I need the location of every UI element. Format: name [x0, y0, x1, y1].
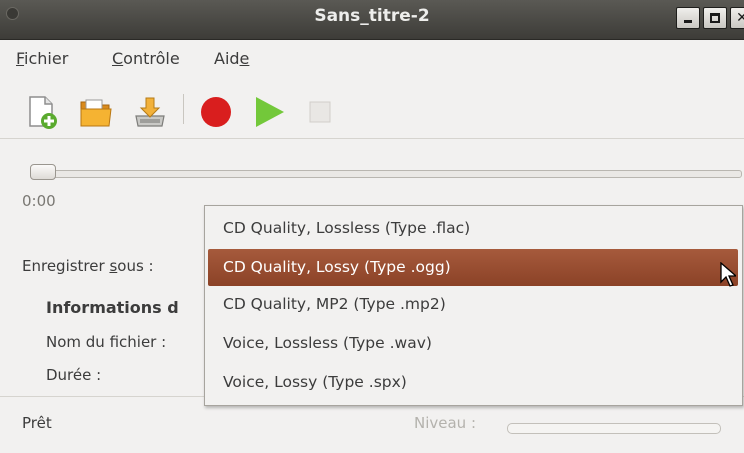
label-part: Enregistrer	[22, 257, 110, 275]
play-icon	[256, 97, 284, 127]
menu-mnemonic: F	[16, 49, 25, 68]
label-part: ous :	[117, 257, 154, 275]
menu-label-part: Aid	[214, 49, 240, 68]
menu-aide[interactable]: Aide	[214, 49, 249, 68]
window-title: Sans_titre-2	[314, 6, 430, 26]
save-button[interactable]	[132, 94, 168, 130]
format-option-flac[interactable]: CD Quality, Lossless (Type .flac)	[208, 210, 738, 247]
format-dropdown-list: CD Quality, Lossless (Type .flac) CD Qua…	[204, 205, 743, 406]
maximize-button[interactable]	[703, 7, 727, 29]
save-as-label: Enregistrer sous :	[22, 257, 154, 275]
menu-fichier[interactable]: Fichier	[16, 49, 68, 68]
stop-icon	[309, 101, 331, 123]
toolbar-separator	[183, 94, 184, 124]
stop-button[interactable]	[304, 94, 340, 130]
new-file-button[interactable]	[24, 94, 60, 130]
position-slider[interactable]	[30, 170, 742, 178]
format-option-spx[interactable]: Voice, Lossy (Type .spx)	[208, 364, 738, 401]
duration-label: Durée :	[46, 366, 102, 384]
open-button[interactable]	[78, 94, 114, 130]
info-heading: Informations d	[46, 298, 179, 317]
minimize-button[interactable]	[676, 7, 700, 29]
menu-controle[interactable]: Contrôle	[112, 49, 180, 68]
app-window: Sans_titre-2 ✕ Fichier Contrôle Aide 0:0…	[0, 0, 744, 453]
close-button[interactable]: ✕	[730, 7, 744, 29]
elapsed-time: 0:00	[22, 192, 56, 210]
menu-label-part: ontrôle	[123, 49, 180, 68]
save-icon	[135, 97, 165, 127]
filename-label: Nom du fichier :	[46, 333, 167, 351]
level-meter	[507, 423, 721, 434]
status-text: Prêt	[22, 414, 52, 432]
new-file-icon	[29, 96, 57, 129]
open-folder-icon	[80, 99, 112, 127]
menu-label-part: ichier	[24, 49, 69, 68]
maximize-icon	[710, 13, 720, 23]
title-bar[interactable]: Sans_titre-2 ✕	[0, 0, 744, 40]
format-option-wav[interactable]: Voice, Lossless (Type .wav)	[208, 325, 738, 362]
position-slider-handle[interactable]	[30, 164, 56, 180]
minimize-icon	[684, 20, 692, 23]
close-icon: ✕	[736, 10, 744, 26]
record-icon	[201, 97, 231, 127]
toolbar	[0, 76, 744, 139]
menu-mnemonic: C	[112, 49, 124, 68]
record-button[interactable]	[198, 94, 234, 130]
mouse-pointer-icon	[720, 262, 736, 287]
format-option-ogg[interactable]: CD Quality, Lossy (Type .ogg)	[208, 249, 738, 286]
play-button[interactable]	[252, 94, 288, 130]
level-label: Niveau :	[414, 414, 477, 432]
menu-mnemonic: e	[239, 49, 250, 68]
menu-bar: Fichier Contrôle Aide	[0, 40, 744, 76]
format-option-mp2[interactable]: CD Quality, MP2 (Type .mp2)	[208, 286, 738, 323]
